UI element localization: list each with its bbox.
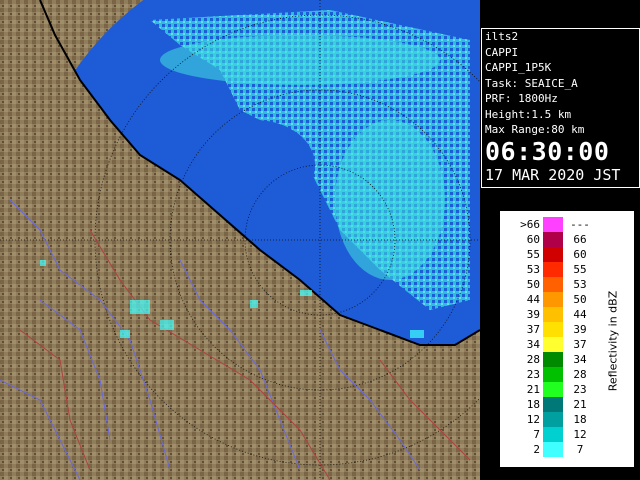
legend-high-value: 34 bbox=[573, 353, 587, 366]
legend-swatch bbox=[543, 412, 563, 427]
observation-time: 06:30:00 bbox=[485, 136, 610, 166]
legend-low-value: 23 bbox=[526, 368, 540, 381]
legend-title-wrap: Reflectivity in dBZ bbox=[603, 223, 623, 459]
legend-swatch bbox=[543, 247, 563, 262]
legend-title: Reflectivity in dBZ bbox=[606, 290, 620, 392]
legend-low-value: 2 bbox=[533, 443, 540, 456]
legend-high-value: 53 bbox=[573, 278, 587, 291]
legend-high-value: 37 bbox=[573, 338, 587, 351]
legend-swatch bbox=[543, 427, 563, 442]
legend-swatch bbox=[543, 217, 563, 232]
legend-high-value: 21 bbox=[573, 398, 587, 411]
legend-swatch bbox=[543, 337, 563, 352]
legend-swatch bbox=[543, 397, 563, 412]
legend-swatch bbox=[543, 352, 563, 367]
max-range-label: Max Range:80 km bbox=[485, 123, 585, 136]
legend-low-value: 28 bbox=[526, 353, 540, 366]
legend-low-value: 50 bbox=[526, 278, 540, 291]
legend-low-value: 34 bbox=[526, 338, 540, 351]
legend-low-value: 18 bbox=[526, 398, 540, 411]
legend-swatch bbox=[543, 232, 563, 247]
height-label: Height:1.5 km bbox=[485, 107, 572, 121]
product-name: CAPPI bbox=[485, 45, 519, 59]
legend-swatch bbox=[543, 442, 563, 457]
legend-swatch bbox=[543, 322, 563, 337]
legend-high-value: 66 bbox=[573, 233, 587, 246]
prf-label: PRF: 1800Hz bbox=[485, 92, 558, 105]
legend-low-value: 44 bbox=[526, 293, 540, 306]
legend-high-value: 18 bbox=[573, 413, 587, 426]
legend-swatch bbox=[543, 382, 563, 397]
legend-swatch bbox=[543, 307, 563, 322]
legend-high-value: 50 bbox=[573, 293, 587, 306]
legend-low-value: 7 bbox=[533, 428, 540, 441]
legend-low-value: 37 bbox=[526, 323, 540, 336]
legend-high-value: 44 bbox=[573, 308, 587, 321]
legend-low-value: 21 bbox=[526, 383, 540, 396]
legend-high-value: 23 bbox=[573, 383, 587, 396]
reflectivity-legend: >66 --- 60 66 55 60 53 55 50 53 44 50 39 44 37 39 34 37 28… bbox=[500, 211, 634, 467]
legend-high-value: 28 bbox=[573, 368, 587, 381]
legend-low-value: 39 bbox=[526, 308, 540, 321]
legend-low-value: 60 bbox=[526, 233, 540, 246]
legend-swatch bbox=[543, 292, 563, 307]
legend-high-value: 12 bbox=[573, 428, 587, 441]
legend-swatch bbox=[543, 277, 563, 292]
legend-high-value: 55 bbox=[573, 263, 587, 276]
info-panel: ilts2 CAPPI CAPPI_1P5K Task: SEAICE_A PR… bbox=[481, 28, 640, 188]
legend-low-value: 53 bbox=[526, 263, 540, 276]
legend-swatch bbox=[543, 262, 563, 277]
legend-high-value: --- bbox=[570, 218, 590, 231]
legend-high-value: 7 bbox=[576, 443, 584, 456]
product-code: CAPPI_1P5K bbox=[485, 61, 552, 74]
observation-date: 17 MAR 2020 JST bbox=[485, 165, 621, 184]
legend-swatch bbox=[543, 367, 563, 382]
dense-echo bbox=[335, 120, 445, 280]
station-name: ilts2 bbox=[485, 30, 519, 43]
legend-low-value: >66 bbox=[520, 218, 540, 231]
clear-sea bbox=[195, 120, 315, 210]
legend-high-value: 39 bbox=[573, 323, 587, 336]
legend-low-value: 12 bbox=[526, 413, 540, 426]
legend-low-value: 55 bbox=[526, 248, 540, 261]
radar-map bbox=[0, 0, 480, 480]
legend-high-value: 60 bbox=[573, 248, 587, 261]
task-label: Task: SEAICE_A bbox=[485, 76, 578, 90]
